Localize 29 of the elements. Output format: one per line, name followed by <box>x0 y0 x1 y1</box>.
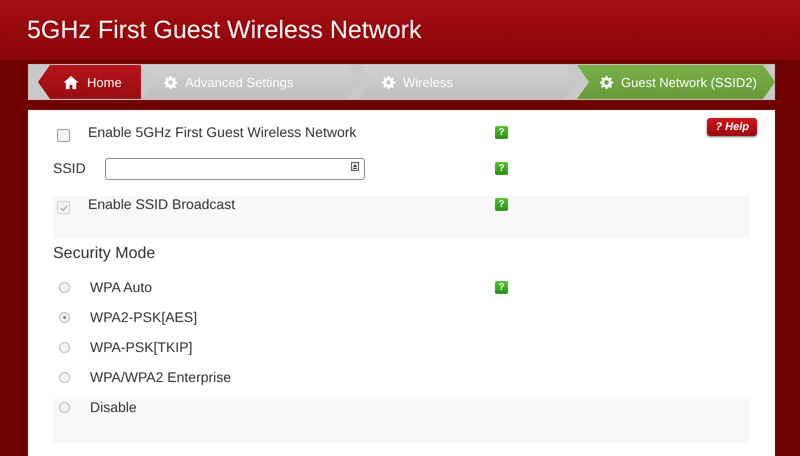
radio-label: Disable <box>90 399 137 415</box>
ssid-field[interactable] <box>104 158 365 180</box>
help-icon[interactable]: ? <box>495 162 508 175</box>
gear-icon <box>381 74 396 90</box>
radio-label: WPA Auto <box>90 279 152 295</box>
radio-button[interactable] <box>59 312 70 323</box>
home-icon <box>62 74 80 90</box>
gear-icon <box>163 74 178 90</box>
help-icon[interactable]: ? <box>495 126 508 139</box>
checkbox[interactable] <box>57 129 70 142</box>
page-title: 5GHz First Guest Wireless Network <box>27 16 422 44</box>
section-heading: Security Mode <box>53 245 156 263</box>
radio-button[interactable] <box>59 402 70 413</box>
checkbox-label: Enable 5GHz First Guest Wireless Network <box>88 124 356 140</box>
checkmark-icon <box>60 204 68 212</box>
radio-button[interactable] <box>59 372 70 383</box>
radio-label: WPA-PSK[TKIP] <box>90 339 192 355</box>
radio-button[interactable] <box>59 282 70 293</box>
contact-card-icon[interactable] <box>350 162 359 171</box>
radio-label: WPA2-PSK[AES] <box>90 309 198 325</box>
help-icon[interactable]: ? <box>495 281 508 294</box>
breadcrumb-tab[interactable]: Guest Network (SSID2) <box>577 65 775 99</box>
radio-label: WPA/WPA2 Enterprise <box>90 369 232 385</box>
radio-button[interactable] <box>59 342 70 353</box>
breadcrumb-tab[interactable]: Home <box>38 65 141 99</box>
gear-icon <box>599 74 614 90</box>
field-label: SSID <box>53 160 86 176</box>
checkbox-label: Enable SSID Broadcast <box>88 196 236 212</box>
help-button[interactable]: ? Help <box>707 118 757 136</box>
